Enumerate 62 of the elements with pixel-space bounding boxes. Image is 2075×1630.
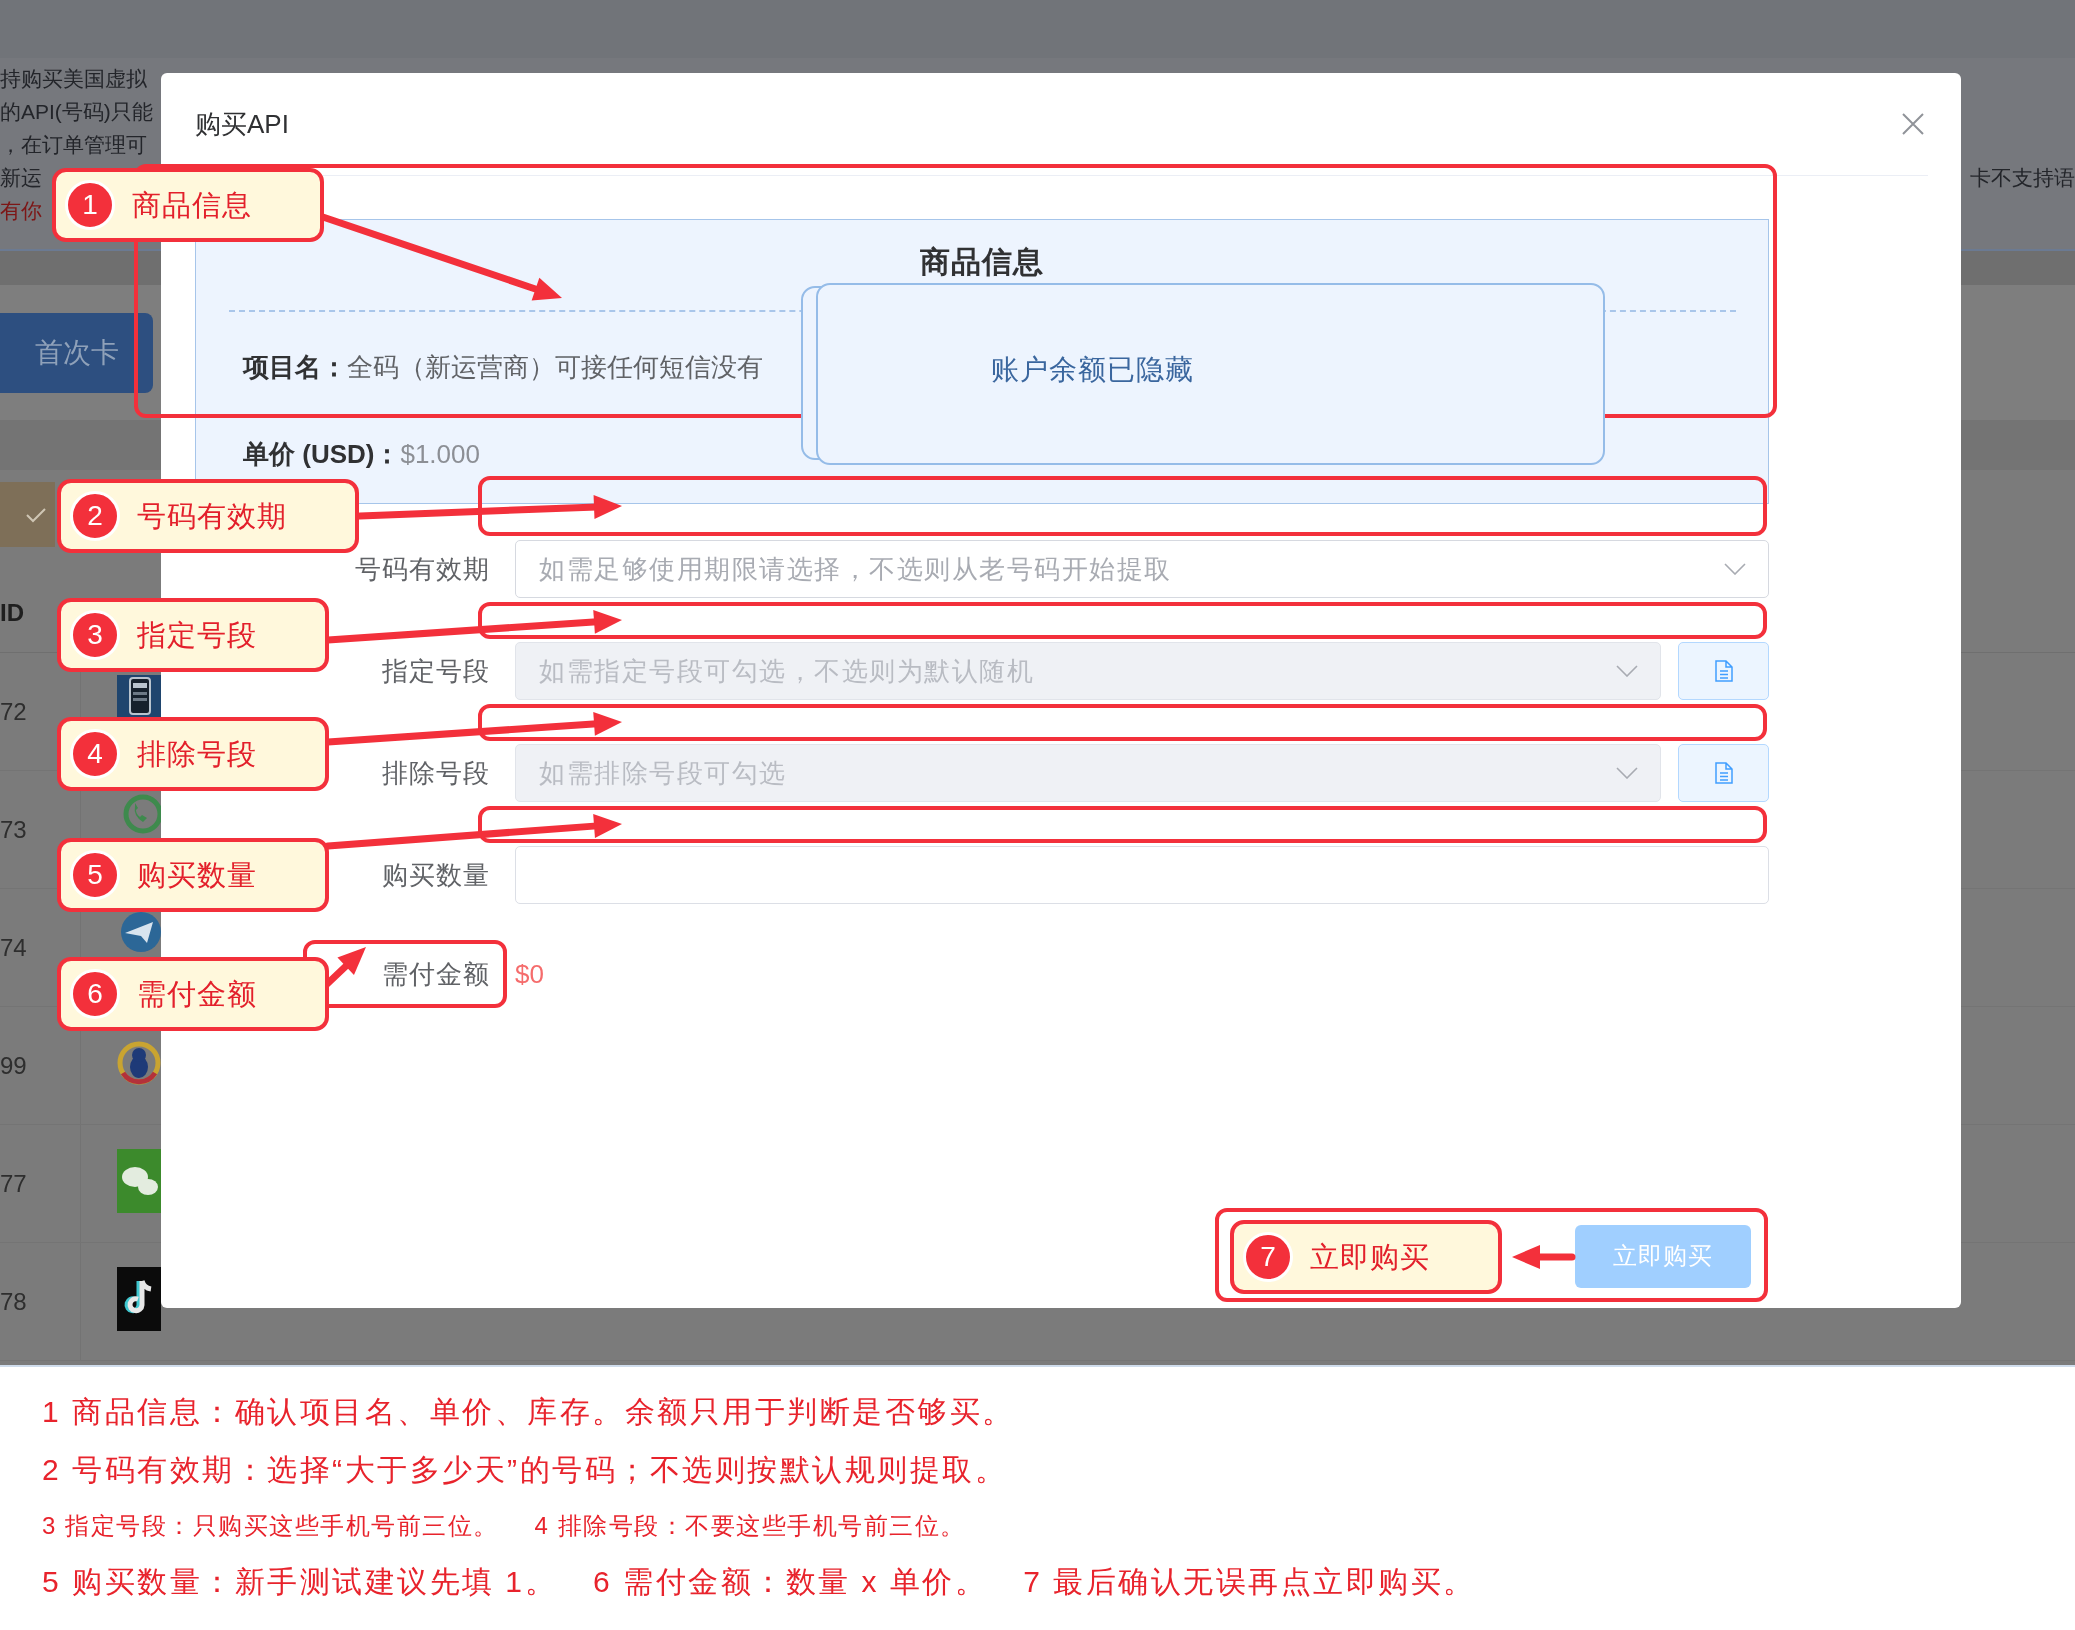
balance-hidden-text: 账户余额已隐藏: [991, 353, 1194, 387]
document-icon: [1714, 762, 1733, 784]
callout-label: 排除号段: [137, 737, 257, 772]
note-text: 6 需付金额：数量 x 单价。: [593, 1564, 988, 1600]
dialog-title: 购买API: [195, 107, 289, 141]
callout-label: 立即购买: [1310, 1240, 1430, 1275]
note-text: 2 号码有效期：选择“大于多少天”的号码；不选则按默认规则提取。: [42, 1452, 1007, 1488]
notice-text: 新运: [0, 165, 42, 191]
close-icon: [1902, 113, 1924, 135]
row-id: 72: [0, 696, 27, 727]
field-label: 购买数量: [382, 860, 490, 890]
callout-label: 商品信息: [132, 188, 252, 223]
row-id: 73: [0, 814, 27, 845]
notice-text: 的API(号码)只能: [0, 99, 153, 125]
close-button[interactable]: [1902, 113, 1924, 135]
number-badge: 7: [1243, 1232, 1293, 1282]
notice-text: 持购买美国虚拟: [0, 66, 147, 92]
note-text: 5 购买数量：新手测试建议先填 1。: [42, 1564, 558, 1600]
row-id: 77: [0, 1168, 27, 1199]
panel-title: 商品信息: [920, 245, 1044, 278]
product-detail-text: 单价 (USD)：$1.000: [243, 438, 480, 471]
note-text: 7 最后确认无误再点立即购买。: [1023, 1564, 1476, 1600]
file-button[interactable]: [1678, 642, 1769, 700]
number-badge: 2: [70, 491, 120, 541]
row-id: 99: [0, 1050, 27, 1081]
field-label: 指定号段: [382, 656, 490, 686]
chevron-down-icon: [1616, 665, 1638, 677]
chat-bubbles-icon: [117, 1149, 161, 1213]
notice-text: 卡不支持语: [1970, 165, 2075, 191]
number-badge: 3: [70, 610, 120, 660]
number-badge: 6: [70, 969, 120, 1019]
document-icon: [1714, 660, 1733, 682]
number-badge: 4: [70, 729, 120, 779]
chevron-down-icon: [1616, 767, 1638, 779]
notice-text: ，在订单管理可: [0, 132, 147, 158]
callout-label: 号码有效期: [137, 499, 287, 534]
number-badge: 5: [70, 850, 120, 900]
select-field[interactable]: 如需足够使用期限请选择，不选则从老号码开始提取: [515, 540, 1769, 598]
first-card-button[interactable]: 首次卡: [0, 313, 153, 393]
field-label: 需付金额: [382, 959, 490, 989]
number-badge: 1: [65, 180, 115, 230]
chevron-down-icon: [1724, 563, 1746, 575]
music-note-icon: [117, 1267, 161, 1331]
note-text: 1 商品信息：确认项目名、单价、库存。余额只用于判断是否够买。: [42, 1394, 1015, 1430]
row-id: 78: [0, 1286, 27, 1317]
callout-label: 指定号段: [137, 618, 257, 653]
quantity-input[interactable]: [515, 846, 1769, 904]
field-label: 号码有效期: [355, 554, 490, 584]
amount-text: $0: [515, 959, 544, 989]
field-label: 排除号段: [382, 758, 490, 788]
row-id: 74: [0, 932, 27, 963]
option-chip[interactable]: [0, 482, 55, 547]
note-text: 3 指定号段：只购买这些手机号前三位。: [42, 1511, 499, 1541]
note-text: 4 排除号段：不要这些手机号前三位。: [534, 1511, 966, 1541]
file-button[interactable]: [1678, 744, 1769, 802]
callout-label: 购买数量: [137, 858, 257, 893]
product-detail-text: 项目名：全码（新运营商）可接任何短信没有: [243, 351, 763, 384]
notice-text: 有你: [0, 198, 42, 224]
callout-label: 需付金额: [137, 977, 257, 1012]
check-icon: [26, 506, 46, 523]
phone-screen-icon: [117, 675, 161, 717]
column-header: ID: [0, 598, 24, 628]
